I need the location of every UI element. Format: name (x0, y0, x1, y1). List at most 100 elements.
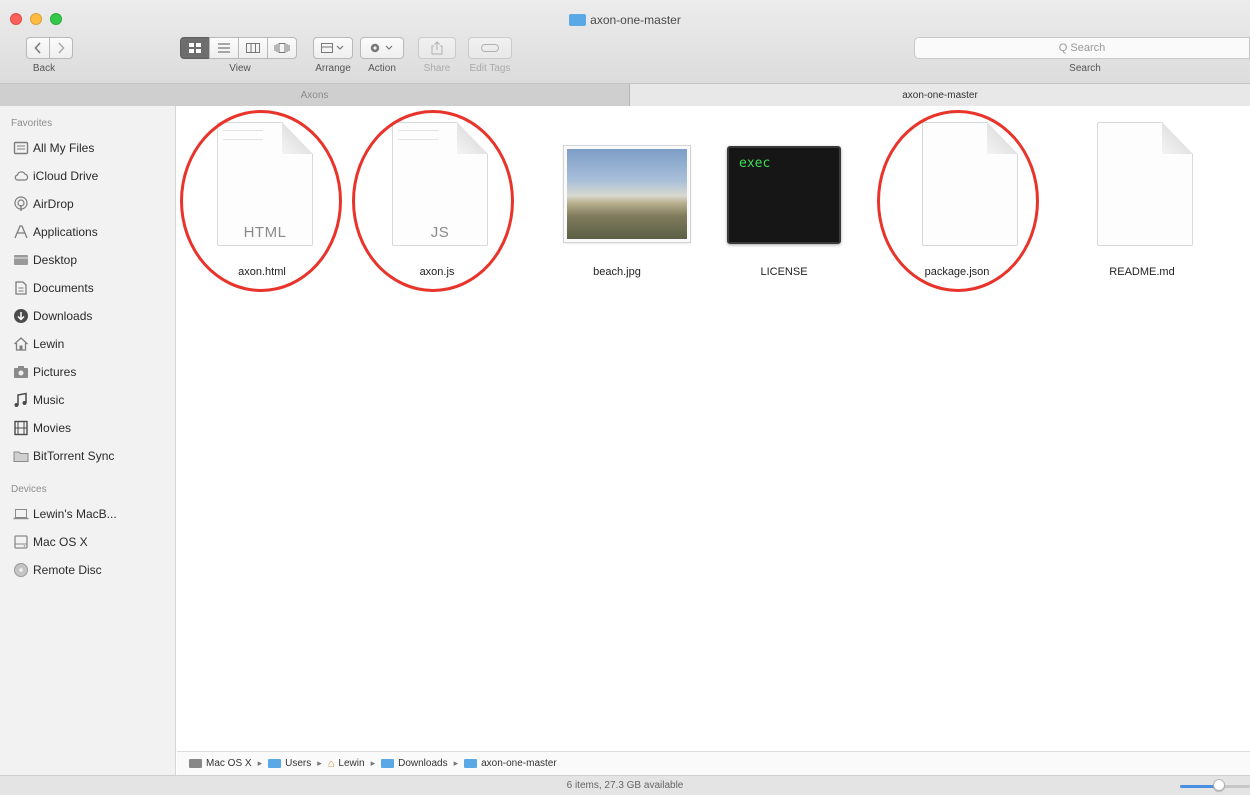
edit-tags-group (468, 37, 512, 59)
path-crumb-axon-one-master[interactable]: axon-one-master (464, 758, 557, 769)
sidebar-item-label: Desktop (33, 253, 78, 267)
path-separator-icon: ▸ (370, 758, 376, 768)
folder-icon (464, 759, 478, 768)
status-text: 6 items, 27.3 GB available (566, 780, 684, 791)
back-label: Back (32, 63, 56, 74)
sidebar-item-applications[interactable]: Applications (0, 218, 175, 246)
file-browser: HTML axon.html JS axon.js beach.jpg exec… (177, 106, 1250, 751)
action-group (360, 37, 404, 59)
home-icon (14, 337, 28, 351)
favorites-section-title: Favorites (11, 118, 53, 129)
arrange-group (313, 37, 353, 59)
terminal-icon: exec (727, 146, 841, 244)
cover-flow-icon (274, 43, 290, 53)
tab-axons[interactable]: Axons (0, 84, 630, 106)
sidebar-item-label: Music (33, 393, 65, 407)
documents-icon (15, 281, 27, 295)
sidebar-item-label: iCloud Drive (33, 169, 99, 183)
sidebar-item-pictures[interactable]: Pictures (0, 358, 175, 386)
grid-icon (189, 43, 201, 53)
sidebar-item-label: Pictures (33, 365, 77, 379)
path-bar: Mac OS X ▸ Users ▸ ⌂ Lewin ▸ Downloads ▸ … (177, 751, 1250, 775)
back-button[interactable] (26, 37, 50, 59)
sidebar-item-desktop[interactable]: Desktop (0, 246, 175, 274)
highlight-ring (352, 110, 514, 292)
folder-icon (13, 451, 29, 462)
cloud-icon (14, 171, 29, 181)
path-separator-icon: ▸ (257, 758, 263, 768)
highlight-ring (180, 110, 342, 292)
column-view-button[interactable] (238, 37, 268, 59)
sidebar-item-airdrop[interactable]: AirDrop (0, 190, 175, 218)
path-crumb-downloads[interactable]: Downloads (381, 758, 448, 769)
file-name: LICENSE (760, 266, 808, 278)
share-icon (431, 41, 443, 55)
path-crumb-label: Mac OS X (206, 758, 252, 769)
path-crumb-label: axon-one-master (481, 758, 557, 769)
folder-icon (268, 759, 282, 768)
home-icon: ⌂ (327, 757, 335, 770)
sidebar-item-label: Downloads (33, 309, 93, 323)
icon-size-slider[interactable] (1180, 779, 1250, 791)
sidebar-item-label: Lewin's MacB... (33, 507, 117, 521)
file-item[interactable]: beach.jpg (532, 116, 702, 296)
list-view-button[interactable] (209, 37, 239, 59)
remote-disc-icon (14, 563, 28, 577)
action-button[interactable] (360, 37, 404, 59)
sidebar-item-label: AirDrop (33, 197, 74, 211)
navigation-buttons (26, 37, 73, 59)
folder-icon (381, 759, 395, 768)
icon-view-button[interactable] (180, 37, 210, 59)
sidebar-item-lewin[interactable]: Lewin (0, 330, 175, 358)
sidebar-item-mac-os-x[interactable]: Mac OS X (0, 528, 175, 556)
sidebar-item-label: Remote Disc (33, 563, 102, 577)
path-crumb-mac-os-x[interactable]: Mac OS X (189, 758, 252, 769)
search-label: Search (1069, 63, 1101, 74)
gear-icon (370, 43, 393, 53)
edit-tags-button[interactable] (468, 37, 512, 59)
sidebar-item-label: Documents (33, 281, 94, 295)
movies-icon (14, 420, 28, 436)
arrange-button[interactable] (313, 37, 353, 59)
window-toolbar: axon-one-master Back View Arrange Action… (0, 0, 1250, 84)
file-item[interactable]: exec LICENSE (707, 116, 877, 296)
tab-axon-one-master[interactable]: axon-one-master (630, 84, 1250, 106)
sidebar-item-movies[interactable]: Movies (0, 414, 175, 442)
sidebar-item-label: Mac OS X (33, 535, 88, 549)
file-name: README.md (1109, 266, 1175, 278)
share-button[interactable] (418, 37, 456, 59)
sidebar-item-bittorrent-sync[interactable]: BitTorrent Sync (0, 442, 175, 470)
cover-flow-button[interactable] (267, 37, 297, 59)
chevron-right-icon (58, 42, 65, 54)
sidebar-item-label: Lewin (33, 337, 65, 351)
sidebar-item-label: Movies (33, 421, 72, 435)
downloads-icon (14, 309, 28, 323)
sidebar-item-music[interactable]: Music (0, 386, 175, 414)
sidebar-item-icloud-drive[interactable]: iCloud Drive (0, 162, 175, 190)
path-separator-icon: ▸ (317, 758, 322, 768)
exec-label: exec (739, 156, 771, 171)
view-switcher (180, 37, 297, 59)
file-item[interactable]: README.md (1057, 116, 1227, 296)
sidebar-item-label: Applications (33, 225, 98, 239)
sidebar-item-documents[interactable]: Documents (0, 274, 175, 302)
sidebar-item-all-my-files[interactable]: All My Files (0, 134, 175, 162)
arrange-icon (321, 43, 344, 53)
sidebar-item-label: BitTorrent Sync (33, 449, 115, 463)
search-input[interactable]: Q Search (914, 37, 1250, 59)
slider-knob[interactable] (1213, 779, 1225, 791)
sidebar-item-label: All My Files (33, 141, 95, 155)
path-crumb-users[interactable]: Users (268, 758, 311, 769)
all-files-icon (13, 141, 29, 155)
list-icon (218, 43, 230, 53)
highlight-ring (877, 110, 1039, 292)
sidebar-item-downloads[interactable]: Downloads (0, 302, 175, 330)
forward-button[interactable] (49, 37, 73, 59)
sidebar-item-remote-disc[interactable]: Remote Disc (0, 556, 175, 584)
edit-tags-label: Edit Tags (469, 63, 511, 74)
arrange-label: Arrange (315, 63, 351, 74)
path-crumb-lewin[interactable]: ⌂ Lewin (328, 758, 365, 770)
view-label: View (229, 63, 251, 74)
photo-thumbnail (564, 146, 690, 242)
sidebar-item-lewins-macbook[interactable]: Lewin's MacB... (0, 500, 175, 528)
